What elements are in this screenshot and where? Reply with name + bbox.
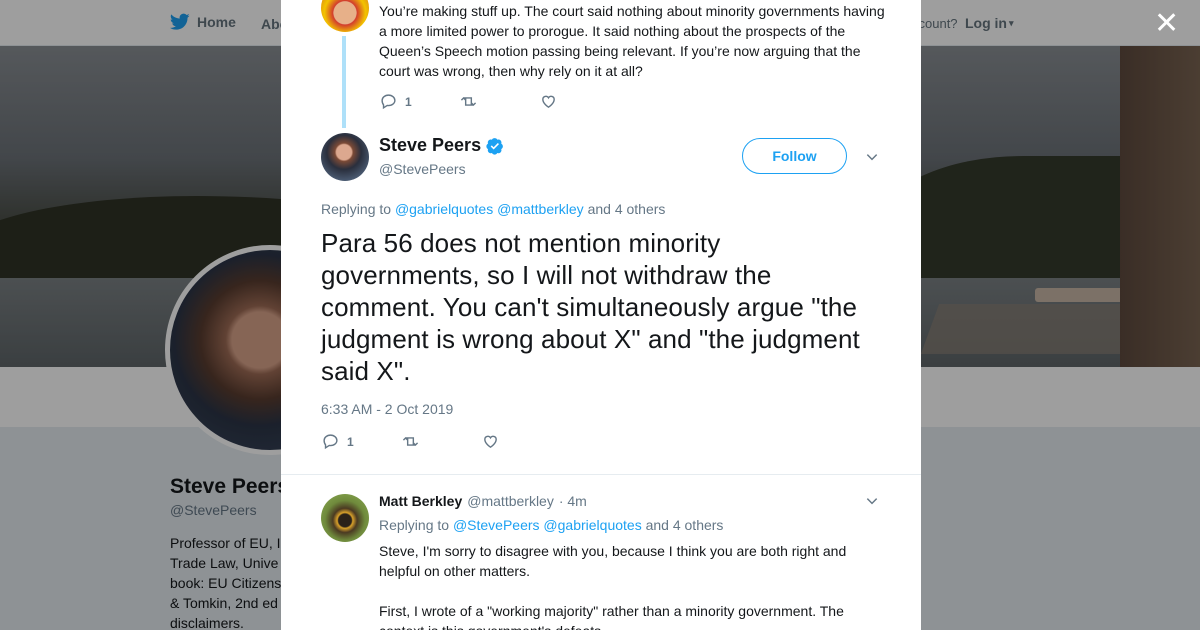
author-name[interactable]: Matt Berkley bbox=[379, 493, 462, 509]
replying-to: Replying to @gabrielquotes @mattberkley … bbox=[321, 201, 665, 217]
chevron-down-icon[interactable] bbox=[863, 492, 881, 510]
divider bbox=[281, 474, 921, 475]
replying-to: Replying to @StevePeers @gabrielquotes a… bbox=[379, 517, 723, 533]
avatar[interactable] bbox=[321, 494, 369, 542]
follow-button[interactable]: Follow bbox=[742, 138, 847, 174]
chevron-down-icon[interactable] bbox=[863, 148, 881, 166]
others-link[interactable]: and 4 others bbox=[646, 517, 724, 533]
retweet-button[interactable] bbox=[402, 433, 482, 450]
avatar[interactable] bbox=[321, 0, 369, 32]
close-icon[interactable]: ✕ bbox=[1154, 9, 1179, 39]
tweet-modal: You’re making stuff up. The court said n… bbox=[281, 0, 921, 630]
mention-link[interactable]: @gabrielquotes bbox=[395, 201, 493, 217]
thread-line bbox=[342, 36, 346, 128]
reply-button[interactable]: 1 bbox=[322, 433, 402, 450]
author-handle[interactable]: @mattberkley bbox=[467, 493, 554, 509]
reply-icon bbox=[381, 94, 396, 110]
like-icon bbox=[484, 435, 497, 449]
tweet-timestamp[interactable]: 6:33 AM - 2 Oct 2019 bbox=[321, 401, 453, 417]
author-name-text: Steve Peers bbox=[379, 135, 482, 155]
tweet-text: Para 56 does not mention minority govern… bbox=[321, 228, 860, 386]
tweet-actions: 1 bbox=[380, 93, 557, 110]
reply-icon bbox=[323, 434, 338, 450]
author-name[interactable]: Steve Peers bbox=[379, 135, 504, 156]
like-icon bbox=[542, 95, 555, 109]
mention-link[interactable]: @mattberkley bbox=[497, 201, 584, 217]
mention-link[interactable]: @gabrielquotes bbox=[543, 517, 641, 533]
tweet-time[interactable]: · 4m bbox=[559, 493, 587, 509]
retweet-icon bbox=[460, 96, 477, 107]
retweet-icon bbox=[402, 436, 419, 447]
verified-icon bbox=[486, 137, 503, 155]
reply-header: Matt Berkley @mattberkley · 4m bbox=[379, 493, 587, 509]
tweet-text: You’re making stuff up. The court said n… bbox=[379, 3, 885, 79]
reply-count: 1 bbox=[347, 434, 354, 449]
others-link[interactable]: and 4 others bbox=[588, 201, 666, 217]
like-button[interactable] bbox=[482, 433, 499, 450]
reply-button[interactable]: 1 bbox=[380, 93, 460, 110]
author-handle[interactable]: @StevePeers bbox=[379, 161, 466, 177]
replying-prefix: Replying to bbox=[379, 517, 450, 533]
retweet-button[interactable] bbox=[460, 93, 540, 110]
reply-count: 1 bbox=[405, 94, 412, 109]
replying-prefix: Replying to bbox=[321, 201, 392, 217]
mention-link[interactable]: @StevePeers bbox=[453, 517, 540, 533]
tweet-actions: 1 bbox=[322, 433, 499, 450]
avatar[interactable] bbox=[321, 133, 369, 181]
like-button[interactable] bbox=[540, 93, 557, 110]
tweet-text: Steve, I'm sorry to disagree with you, b… bbox=[379, 543, 847, 630]
